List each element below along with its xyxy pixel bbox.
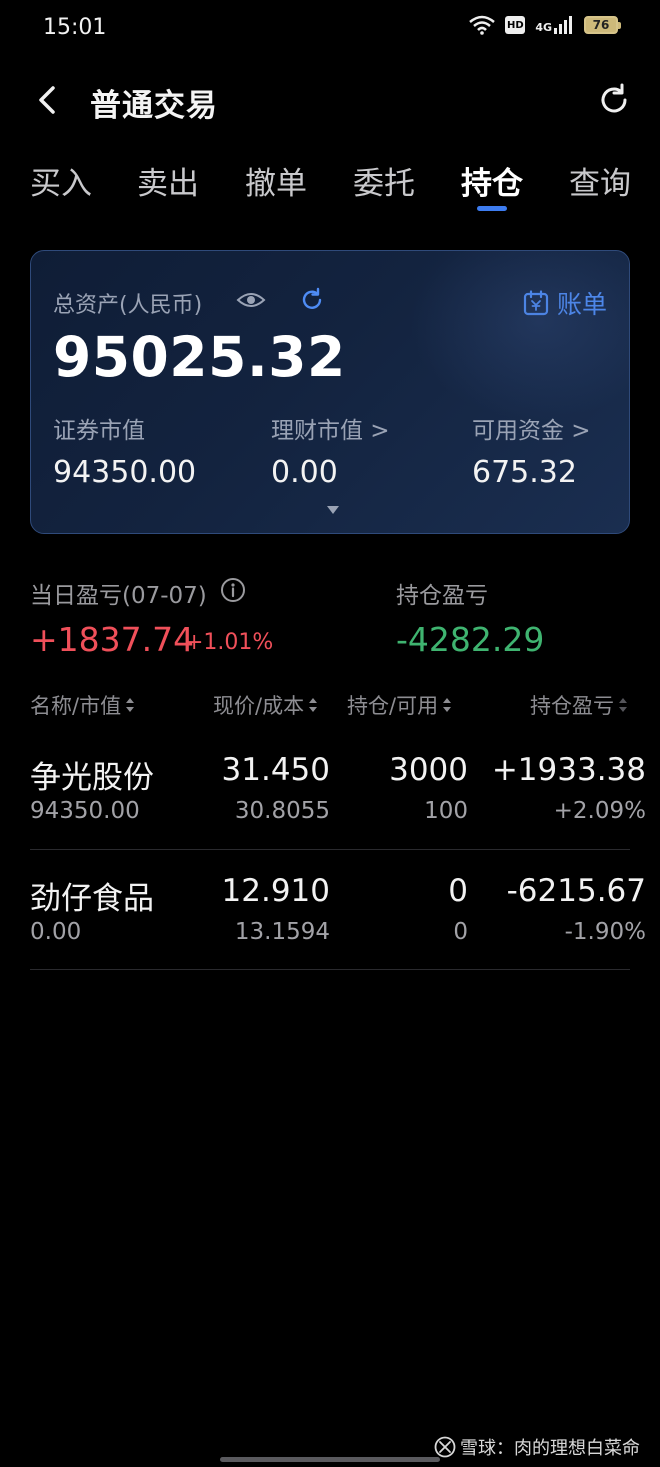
- bill-button[interactable]: 账单: [523, 285, 607, 321]
- hd-icon: HD: [505, 16, 526, 34]
- available-cash-label[interactable]: 可用资金 >: [472, 411, 591, 445]
- trade-tabs: 买入 卖出 撤单 委托 持仓 查询: [0, 158, 660, 218]
- home-indicator[interactable]: [220, 1457, 440, 1462]
- stock-cost: 30.8055: [234, 798, 330, 824]
- xueqiu-logo-icon: [434, 1436, 456, 1458]
- assets-card: 总资产(人民币) 账单 95025.32 证券市值 94350.00 理财市值 …: [30, 250, 630, 534]
- stock-available: 100: [424, 798, 468, 824]
- stock-available: 0: [453, 919, 468, 945]
- total-assets-label: 总资产(人民币): [53, 293, 203, 318]
- row-divider: [30, 849, 630, 850]
- positions-table-header: 名称/市值 现价/成本 持仓/可用 持仓盈亏: [0, 690, 660, 726]
- signal-icon: 4G: [535, 16, 574, 34]
- tab-sell[interactable]: 卖出: [137, 158, 199, 203]
- position-pl-value: -4282.29: [396, 620, 545, 659]
- header-qty-label: 持仓/可用: [347, 694, 439, 718]
- tab-cancel[interactable]: 撤单: [245, 158, 307, 203]
- status-time: 15:01: [43, 15, 107, 40]
- eye-icon[interactable]: [236, 289, 266, 311]
- stock-price: 12.910: [221, 873, 330, 909]
- back-icon[interactable]: [30, 82, 66, 118]
- tab-query[interactable]: 查询: [569, 158, 631, 203]
- watermark-text: 雪球：肉的理想白菜命: [460, 1438, 640, 1459]
- assets-refresh-icon[interactable]: [299, 287, 325, 313]
- refresh-icon[interactable]: [596, 82, 632, 118]
- header-price-cost[interactable]: 现价/成本: [213, 690, 318, 720]
- tab-positions[interactable]: 持仓: [461, 158, 523, 203]
- wealth-value: 0.00: [271, 455, 338, 490]
- stock-quantity: 0: [448, 873, 468, 909]
- page-header: 普通交易: [0, 70, 660, 130]
- securities-value-label: 证券市值: [53, 418, 145, 444]
- available-cash-value: 675.32: [472, 455, 577, 490]
- stock-cost: 13.1594: [234, 919, 330, 945]
- active-tab-indicator: [477, 206, 507, 211]
- table-row[interactable]: 劲仔食品 0.00 12.910 13.1594 0 0 -6215.67 -1…: [0, 873, 660, 993]
- sort-icon: [126, 698, 135, 712]
- stock-pl-percent: +2.09%: [553, 798, 646, 824]
- signal-bars-icon: [554, 16, 572, 34]
- stock-price: 31.450: [221, 752, 330, 788]
- page-title: 普通交易: [90, 88, 218, 124]
- sort-icon: [619, 698, 627, 712]
- stock-market-value: 0.00: [30, 919, 82, 945]
- header-name-market-value[interactable]: 名称/市值: [30, 690, 135, 720]
- total-assets-value: 95025.32: [53, 325, 346, 389]
- bill-label: 账单: [556, 290, 607, 319]
- daily-pl-label: 当日盈亏(07-07): [30, 583, 207, 609]
- network-type: 4G: [535, 21, 552, 34]
- stock-pl: -6215.67: [506, 873, 646, 909]
- row-divider: [30, 969, 630, 970]
- sort-icon: [443, 698, 452, 712]
- tab-orders[interactable]: 委托: [353, 158, 415, 203]
- stock-quantity: 3000: [389, 752, 468, 788]
- stock-name: 劲仔食品: [30, 881, 154, 917]
- header-price-label: 现价/成本: [213, 694, 305, 718]
- sort-icon: [309, 698, 318, 712]
- stock-name: 争光股份: [30, 760, 154, 796]
- header-position-pl[interactable]: 持仓盈亏: [530, 690, 628, 720]
- battery-icon: 76: [584, 16, 621, 34]
- status-icons: HD 4G 76: [469, 15, 621, 35]
- table-row[interactable]: 争光股份 94350.00 31.450 30.8055 3000 100 +1…: [0, 752, 660, 872]
- stock-market-value: 94350.00: [30, 798, 140, 824]
- header-qty-available[interactable]: 持仓/可用: [347, 690, 452, 720]
- stock-pl: +1933.38: [491, 752, 646, 788]
- status-bar: 15:01 HD 4G 76: [0, 0, 660, 58]
- daily-pl-value: +1837.74: [30, 620, 195, 659]
- position-pl-label: 持仓盈亏: [396, 583, 488, 609]
- daily-pl-percent: +1.01%: [185, 630, 274, 655]
- stock-pl-percent: -1.90%: [564, 919, 646, 945]
- header-name-label: 名称/市值: [30, 694, 122, 718]
- watermark: 雪球：肉的理想白菜命: [434, 1434, 640, 1460]
- calendar-icon: [523, 290, 549, 316]
- wifi-icon: [469, 15, 496, 35]
- chevron-down-icon[interactable]: [326, 505, 340, 515]
- wealth-value-label[interactable]: 理财市值 >: [271, 411, 390, 445]
- securities-value: 94350.00: [53, 455, 197, 490]
- header-pl-label: 持仓盈亏: [530, 694, 614, 718]
- tab-buy[interactable]: 买入: [30, 158, 92, 203]
- info-icon[interactable]: [220, 577, 246, 603]
